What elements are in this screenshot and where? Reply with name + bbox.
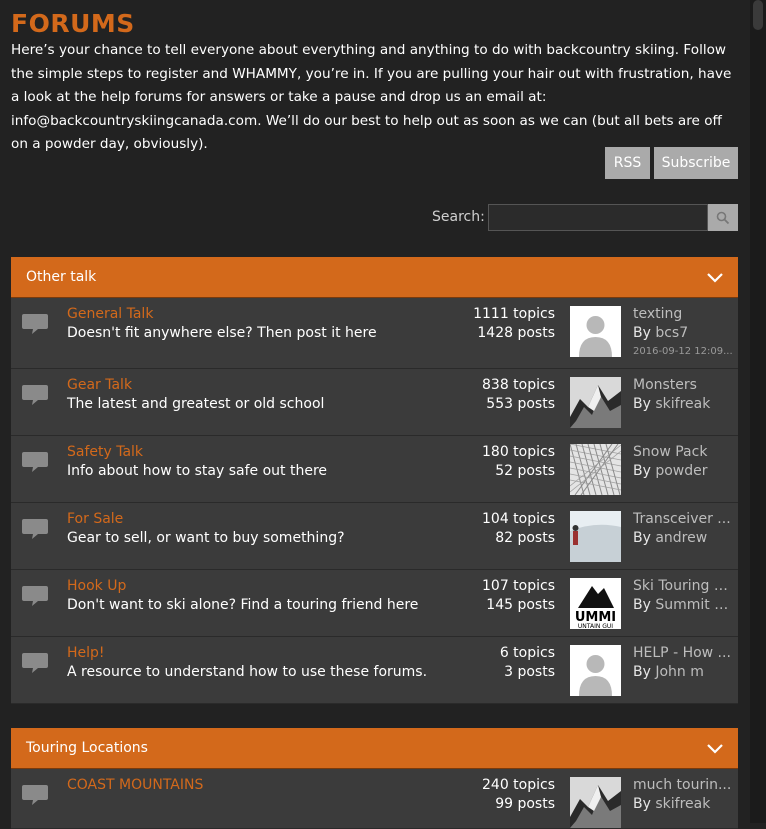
last-post-by-label: By <box>633 597 656 613</box>
last-post-author: By bcs7 <box>633 325 733 341</box>
forum-post-count: 553 posts <box>486 396 555 412</box>
last-post-by-label: By <box>633 530 656 546</box>
last-post-title-link[interactable]: HELP - How ... <box>633 645 733 661</box>
forum-row: COAST MOUNTAINS 240 topics 99 posts much to… <box>11 769 738 829</box>
forum-row: Hook Up Don't want to ski alone? Find a t… <box>11 570 738 637</box>
forum-row: Gear Talk The latest and greatest or old … <box>11 369 738 436</box>
page-title: FORUMS <box>11 9 135 38</box>
last-post-avatar[interactable] <box>570 645 621 696</box>
scrollbar-thumb[interactable] <box>753 0 763 30</box>
forum-topic-count: 1111 topics <box>473 306 555 322</box>
page-scrollbar[interactable] <box>750 0 766 823</box>
last-post-avatar[interactable]: UMMI UNTAIN GUI <box>570 578 621 629</box>
search-input[interactable] <box>488 204 708 231</box>
forum-topic-count: 180 topics <box>482 444 555 460</box>
last-post-author-link[interactable]: John m <box>655 664 704 680</box>
last-post-by-label: By <box>633 396 656 412</box>
search-label: Search: <box>432 209 485 225</box>
forum-title-link[interactable]: Safety Talk <box>67 444 143 460</box>
forum-row: Help! A resource to understand how to use… <box>11 637 738 704</box>
forum-description: Info about how to stay safe out there <box>67 463 328 479</box>
last-post-author-link[interactable]: skifreak <box>655 396 710 412</box>
forum-description: The latest and greatest or old school <box>67 396 325 412</box>
forum-bubble-icon <box>22 519 48 539</box>
forum-row: For Sale Gear to sell, or want to buy som… <box>11 503 738 570</box>
forum-post-count: 99 posts <box>495 796 555 812</box>
last-post-avatar[interactable] <box>570 511 621 562</box>
last-post-avatar[interactable] <box>570 777 621 828</box>
last-post-by-label: By <box>633 796 656 812</box>
last-post-avatar[interactable] <box>570 444 621 495</box>
last-post-author: By John m <box>633 664 733 680</box>
last-post-title-link[interactable]: Transceiver ... <box>633 511 733 527</box>
last-post-author-link[interactable]: Summit M... <box>655 597 733 613</box>
avatar-logo-text-bottom: UNTAIN GUI <box>578 623 613 629</box>
last-post-by-label: By <box>633 664 656 680</box>
last-post-author-link[interactable]: andrew <box>655 530 707 546</box>
forum-bubble-icon <box>22 314 48 334</box>
last-post-avatar[interactable] <box>570 306 621 357</box>
subscribe-button[interactable]: Subscribe <box>654 147 738 179</box>
forum-description: Doesn't fit anywhere else? Then post it … <box>67 325 377 341</box>
last-post-author-link[interactable]: powder <box>655 463 707 479</box>
forum-description: A resource to understand how to use thes… <box>67 664 428 680</box>
forum-topic-count: 240 topics <box>482 777 555 793</box>
forum-topic-count: 6 topics <box>499 645 555 661</box>
category-header[interactable]: Touring Locations <box>11 728 738 769</box>
forum-title-link[interactable]: COAST MOUNTAINS <box>67 777 203 793</box>
forum-post-count: 145 posts <box>486 597 555 613</box>
category-title[interactable]: Touring Locations <box>26 728 148 768</box>
last-post-author: By skifreak <box>633 396 733 412</box>
last-post-author: By andrew <box>633 530 733 546</box>
forum-title-link[interactable]: Hook Up <box>67 578 126 594</box>
last-post-title-link[interactable]: Monsters <box>633 377 733 393</box>
forum-description: Don't want to ski alone? Find a touring … <box>67 597 419 613</box>
chevron-down-icon[interactable] <box>706 742 724 754</box>
last-post-date: 2016-09-12 12:09... <box>633 346 733 357</box>
forum-post-count: 52 posts <box>495 463 555 479</box>
chevron-down-icon[interactable] <box>706 271 724 283</box>
category-title[interactable]: Other talk <box>26 257 96 297</box>
forum-description: Gear to sell, or want to buy something? <box>67 530 345 546</box>
forum-topic-count: 104 topics <box>482 511 555 527</box>
forums-intro-text: Here’s your chance to tell everyone abou… <box>11 42 732 152</box>
last-post-avatar[interactable] <box>570 377 621 428</box>
last-post-title-link[interactable]: Ski Touring G... <box>633 578 733 594</box>
forum-bubble-icon <box>22 586 48 606</box>
forum-post-count: 3 posts <box>504 664 555 680</box>
last-post-author: By Summit M... <box>633 597 733 613</box>
last-post-author-link[interactable]: skifreak <box>655 796 710 812</box>
forum-row: Safety Talk Info about how to stay safe o… <box>11 436 738 503</box>
forum-row: General Talk Doesn't fit anywhere else? T… <box>11 298 738 369</box>
last-post-author: By skifreak <box>633 796 733 812</box>
last-post-author: By powder <box>633 463 733 479</box>
forum-bubble-icon <box>22 653 48 673</box>
last-post-title-link[interactable]: texting <box>633 306 733 322</box>
forum-title-link[interactable]: Help! <box>67 645 105 661</box>
last-post-title-link[interactable]: Snow Pack <box>633 444 733 460</box>
forum-topic-count: 107 topics <box>482 578 555 594</box>
forum-post-count: 82 posts <box>495 530 555 546</box>
forum-bubble-icon <box>22 785 48 805</box>
forum-title-link[interactable]: For Sale <box>67 511 123 527</box>
forum-topic-count: 838 topics <box>482 377 555 393</box>
category-header[interactable]: Other talk <box>11 257 738 298</box>
forum-title-link[interactable]: Gear Talk <box>67 377 132 393</box>
rss-button[interactable]: RSS <box>605 147 650 179</box>
last-post-author-link[interactable]: bcs7 <box>655 325 688 341</box>
forum-title-link[interactable]: General Talk <box>67 306 153 322</box>
last-post-by-label: By <box>633 463 656 479</box>
forum-bubble-icon <box>22 452 48 472</box>
forum-post-count: 1428 posts <box>477 325 555 341</box>
last-post-title-link[interactable]: much tourin... <box>633 777 733 793</box>
search-button[interactable] <box>708 204 738 231</box>
search-icon <box>716 211 730 224</box>
last-post-by-label: By <box>633 325 656 341</box>
forum-bubble-icon <box>22 385 48 405</box>
